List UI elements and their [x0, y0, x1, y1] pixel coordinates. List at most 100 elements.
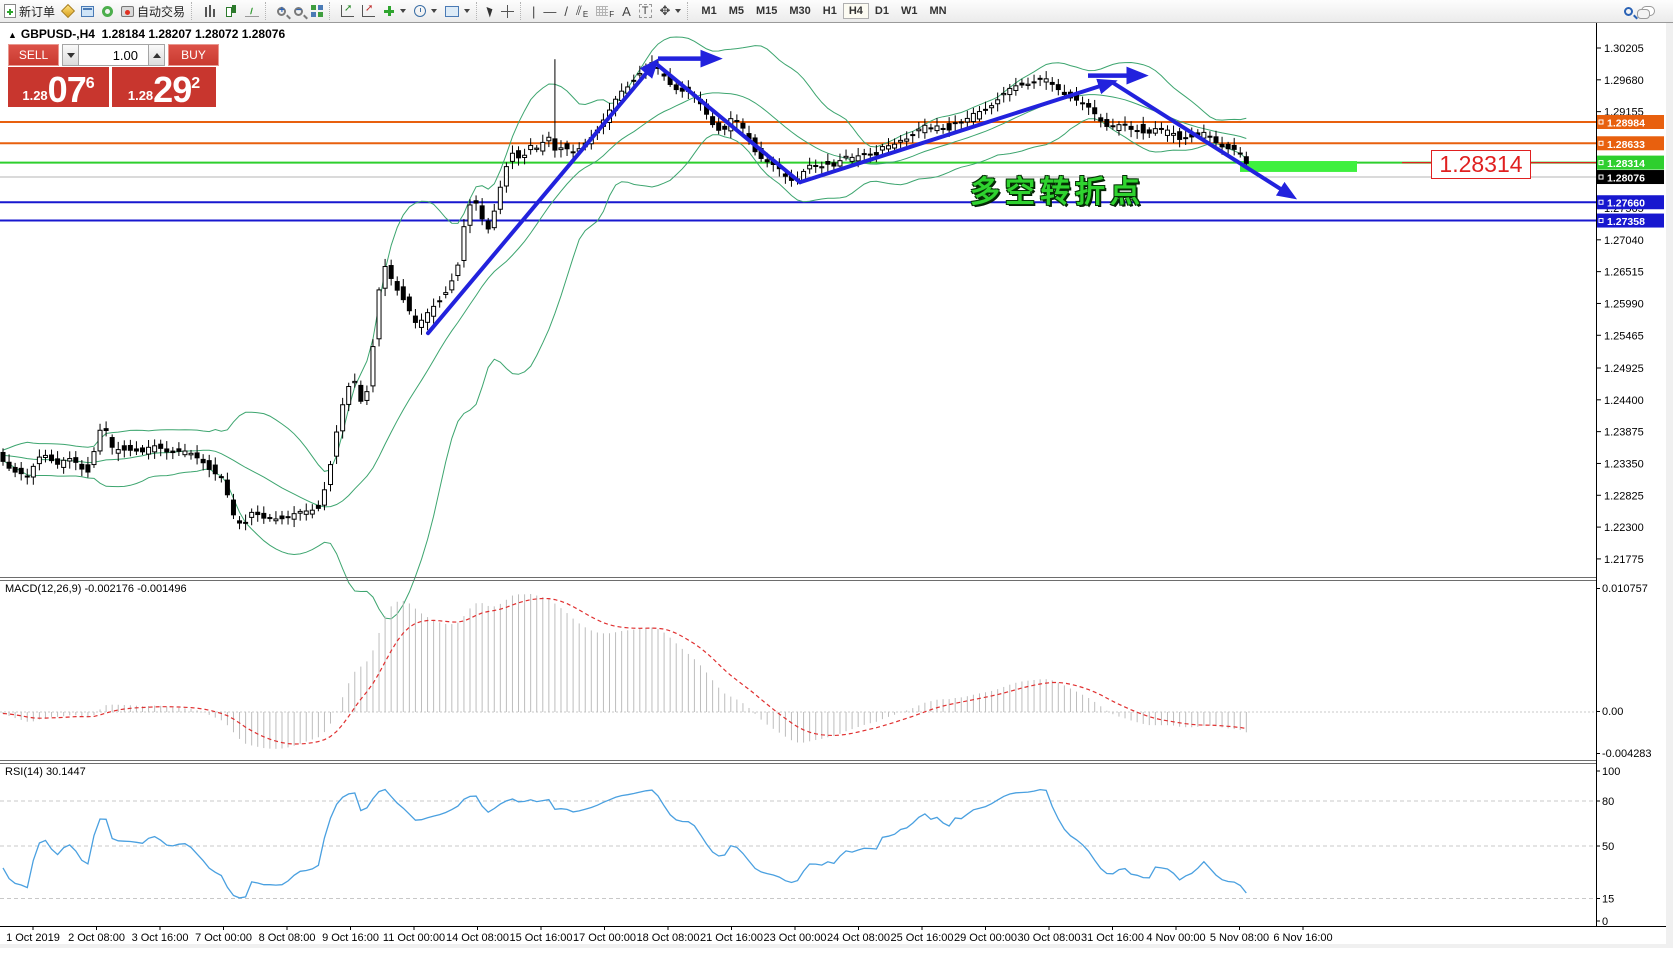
volume-input[interactable] — [79, 44, 148, 66]
svg-text:1.25990: 1.25990 — [1604, 298, 1644, 310]
market-watch-button[interactable] — [77, 1, 98, 21]
tile-windows-button[interactable] — [307, 1, 327, 21]
cursor-icon — [486, 5, 494, 17]
text-tool-button[interactable]: A — [618, 1, 635, 21]
svg-text:7 Oct 00:00: 7 Oct 00:00 — [195, 932, 252, 944]
arrows-icon: ✥ — [660, 3, 671, 19]
candlestick-chart-button[interactable] — [220, 1, 241, 21]
price-tag-1.28076: 1.28076 — [1597, 170, 1664, 185]
buy-button[interactable]: BUY — [168, 44, 219, 66]
sell-price-prefix: 1.28 — [22, 88, 47, 107]
buy-price-sup: 2 — [191, 75, 200, 107]
timeframe-H4[interactable]: H4 — [843, 3, 869, 19]
timeframe-D1[interactable]: D1 — [869, 3, 895, 19]
signals-icon — [102, 6, 113, 17]
dropdown-caret-icon — [431, 9, 437, 13]
community-chat-button[interactable] — [1637, 1, 1659, 21]
signals-button[interactable] — [98, 1, 117, 21]
collapse-arrow-icon[interactable]: ▲ — [8, 30, 17, 40]
toolbar-separator — [329, 2, 335, 20]
autotrading-icon — [121, 6, 134, 17]
period-dropdown-button[interactable] — [410, 1, 441, 21]
market-watch-icon — [81, 6, 94, 17]
vertical-line-icon: | — [532, 4, 535, 19]
svg-text:1.27040: 1.27040 — [1604, 235, 1644, 247]
add-indicator-icon — [383, 5, 395, 17]
chart-window[interactable]: 1.302051.296801.291551.275651.270401.265… — [0, 23, 1673, 948]
timeframe-W1[interactable]: W1 — [895, 3, 924, 19]
turning-point-annotation[interactable]: 多空转折点 — [970, 167, 1145, 211]
toolbar-separator — [191, 2, 197, 20]
svg-text:1.24400: 1.24400 — [1604, 395, 1644, 407]
horizontal-line-button[interactable]: — — [539, 1, 560, 21]
line-chart-button[interactable] — [241, 1, 263, 21]
autotrading-button[interactable]: 自动交易 — [117, 1, 189, 21]
zoom-in-button[interactable] — [273, 1, 290, 21]
timeframe-MN[interactable]: MN — [923, 3, 952, 19]
svg-text:1.21775: 1.21775 — [1604, 554, 1644, 566]
sell-button[interactable]: SELL — [8, 44, 59, 66]
template-dropdown-button[interactable] — [441, 1, 474, 21]
trendline-button[interactable]: / — [560, 1, 572, 21]
volume-increase-button[interactable] — [148, 44, 165, 66]
svg-text:18 Oct 08:00: 18 Oct 08:00 — [637, 932, 700, 944]
crosshair-icon — [501, 5, 514, 18]
text-label-button[interactable]: T — [635, 1, 656, 21]
bar-chart-button[interactable] — [199, 1, 220, 21]
arrows-dropdown-button[interactable]: ✥ — [656, 1, 686, 21]
symbol-header: ▲GBPUSD-,H4 1.28184 1.28207 1.28072 1.28… — [8, 27, 285, 41]
add-indicator-button[interactable] — [379, 1, 410, 21]
price-callout-box[interactable]: 1.28314 — [1431, 150, 1531, 179]
new-order-button[interactable]: 新订单 — [0, 1, 59, 21]
svg-text:23 Oct 00:00: 23 Oct 00:00 — [764, 932, 827, 944]
volume-decrease-button[interactable] — [62, 44, 79, 66]
svg-text:6 Nov 16:00: 6 Nov 16:00 — [1273, 932, 1332, 944]
auto-arrange-button[interactable] — [337, 1, 358, 21]
svg-text:3 Oct 16:00: 3 Oct 16:00 — [132, 932, 189, 944]
svg-text:1.25465: 1.25465 — [1604, 330, 1644, 342]
chart-canvas[interactable]: 1.302051.296801.291551.275651.270401.265… — [0, 23, 1673, 948]
highlight-zone[interactable] — [1240, 161, 1357, 172]
svg-text:9 Oct 16:00: 9 Oct 16:00 — [322, 932, 379, 944]
svg-text:0.010757: 0.010757 — [1602, 583, 1648, 595]
main-toolbar: 新订单 自动交易 | — / ⫽E F A T ✥ M1M5M15M30H1H4… — [0, 0, 1673, 23]
chart-profiles-button[interactable] — [59, 1, 77, 21]
price-tag-1.27660: 1.27660 — [1597, 195, 1664, 210]
svg-text:50: 50 — [1602, 841, 1614, 853]
svg-text:24 Oct 08:00: 24 Oct 08:00 — [827, 932, 890, 944]
sell-price-display[interactable]: 1.28076 — [8, 67, 112, 107]
svg-text:1.22825: 1.22825 — [1604, 490, 1644, 502]
svg-text:1.26515: 1.26515 — [1604, 267, 1644, 279]
chart-shift-button[interactable] — [358, 1, 379, 21]
buy-price-big: 29 — [153, 73, 191, 107]
vertical-line-button[interactable]: | — [528, 1, 539, 21]
clock-icon — [414, 5, 426, 17]
dropdown-caret-icon — [675, 9, 681, 13]
one-click-trading-panel: SELL BUY 1.28076 1.28292 — [8, 44, 219, 107]
timeframe-H1[interactable]: H1 — [817, 3, 843, 19]
timeframe-M5[interactable]: M5 — [723, 3, 750, 19]
channel-grid-icon — [596, 6, 608, 16]
ohlc-values: 1.28184 1.28207 1.28072 1.28076 — [102, 27, 286, 41]
svg-text:5 Nov 08:00: 5 Nov 08:00 — [1210, 932, 1269, 944]
sell-price-big: 07 — [48, 73, 86, 107]
svg-text:80: 80 — [1602, 796, 1614, 808]
crosshair-button[interactable] — [497, 1, 518, 21]
svg-text:14 Oct 08:00: 14 Oct 08:00 — [446, 932, 509, 944]
zoom-out-button[interactable] — [290, 1, 307, 21]
price-tag-1.27358: 1.27358 — [1597, 214, 1664, 229]
buy-price-display[interactable]: 1.28292 — [112, 67, 216, 107]
svg-text:100: 100 — [1602, 766, 1620, 778]
svg-text:31 Oct 16:00: 31 Oct 16:00 — [1081, 932, 1144, 944]
cursor-button[interactable] — [484, 1, 497, 21]
toolbar-separator — [265, 2, 271, 20]
channel-button[interactable]: F — [592, 1, 618, 21]
macd-indicator-label: MACD(12,26,9) -0.002176 -0.001496 — [5, 583, 187, 595]
fibonacci-button[interactable]: ⫽E — [572, 1, 592, 21]
svg-text:11 Oct 00:00: 11 Oct 00:00 — [383, 932, 445, 944]
timeframe-M1[interactable]: M1 — [695, 3, 722, 19]
timeframe-M30[interactable]: M30 — [783, 3, 816, 19]
timeframe-M15[interactable]: M15 — [750, 3, 783, 19]
search-button[interactable] — [1620, 1, 1637, 21]
tile-windows-icon — [311, 5, 323, 17]
